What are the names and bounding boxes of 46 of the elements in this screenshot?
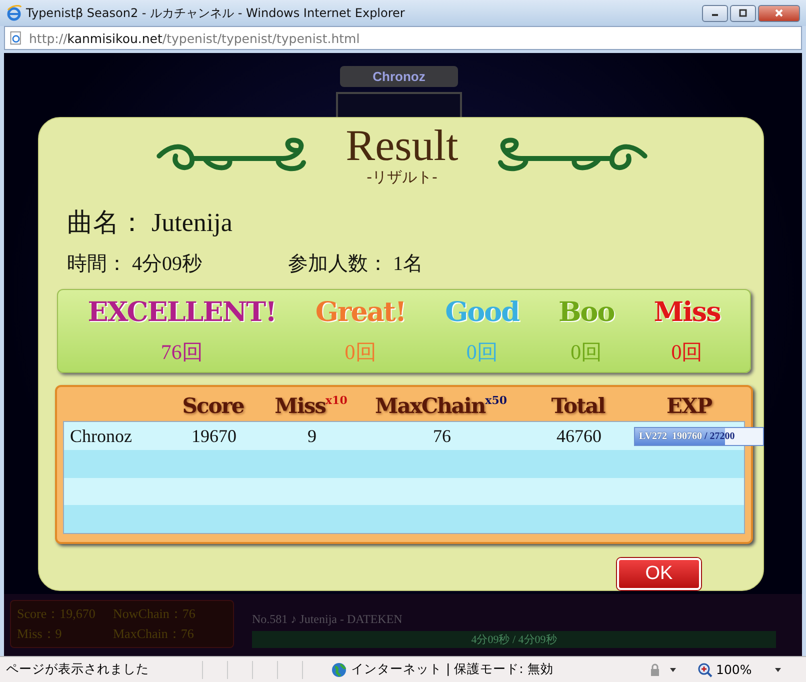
caret-icon[interactable] [774,666,782,674]
play-time-text: 時間： 4分09秒 [67,252,202,277]
url-text: http://kanmisikou.net/typenist/typenist/typenist.html [29,30,360,46]
player-name-cell-text: Chronoz [69,426,133,447]
judgment-count: 0回 [570,338,602,366]
total-cell-text: 46760 [556,426,602,447]
column-header: Total [550,392,606,420]
zoom-icon[interactable] [697,662,713,678]
security-zone-text: インターネット | 保護モード: 無効 [351,661,554,678]
maximize-button[interactable] [730,4,756,22]
column-header: Score [181,392,245,420]
judgment-label: EXCELLENT! [88,296,276,328]
progress-text: 4分09秒 / 4分09秒 [471,633,557,647]
minimize-button[interactable] [702,4,728,22]
close-icon [774,8,784,18]
judgment-count: 0回 [344,338,376,366]
ok-button[interactable]: OK [617,558,701,590]
zoom-level-text[interactable]: 100% [716,662,774,677]
window-title: Typenistβ Season2 - ルカチャンネル - Windows Internet Explorer [26,4,406,22]
song-title-text: 曲名： Jutenija [67,207,234,239]
maximize-icon [738,8,748,18]
judgment-count: 0回 [466,338,498,366]
score-cell-text: 19670 [190,426,238,447]
judgment-count: 76回 [160,338,203,366]
judgment-label: Boo [558,296,614,328]
column-header: MaxChain$^{x50}$ [374,392,508,420]
column-header: Miss$^{x10}$ [274,392,348,420]
judgment-count: 0回 [671,338,703,366]
player-count-text: 参加人数： 1名 [288,252,423,277]
browser-logo-icon [6,5,22,21]
column-header: EXP [665,392,713,420]
close-button[interactable] [758,4,800,22]
page-icon [9,31,23,45]
result-title: Result [346,124,458,168]
judgment-label: Great! [315,296,406,328]
caret-icon[interactable] [669,666,677,674]
globe-icon [331,662,347,678]
judgment-label: Good [445,296,520,328]
status-message: ページが表示されました [6,661,150,678]
result-subtitle: -リザルト- [366,168,438,187]
player-name-plate: Chronoz [340,66,458,87]
max-chain-cell-text: 76 [432,426,452,447]
address-field[interactable]: http://kanmisikou.net/typenist/typenist/typenist.html [4,26,802,50]
miss-cell-text: 9 [306,426,318,447]
judgment-label: Miss [654,296,720,328]
song-info-text: No.581 ♪ Jutenija - DATEKEN [252,612,404,627]
